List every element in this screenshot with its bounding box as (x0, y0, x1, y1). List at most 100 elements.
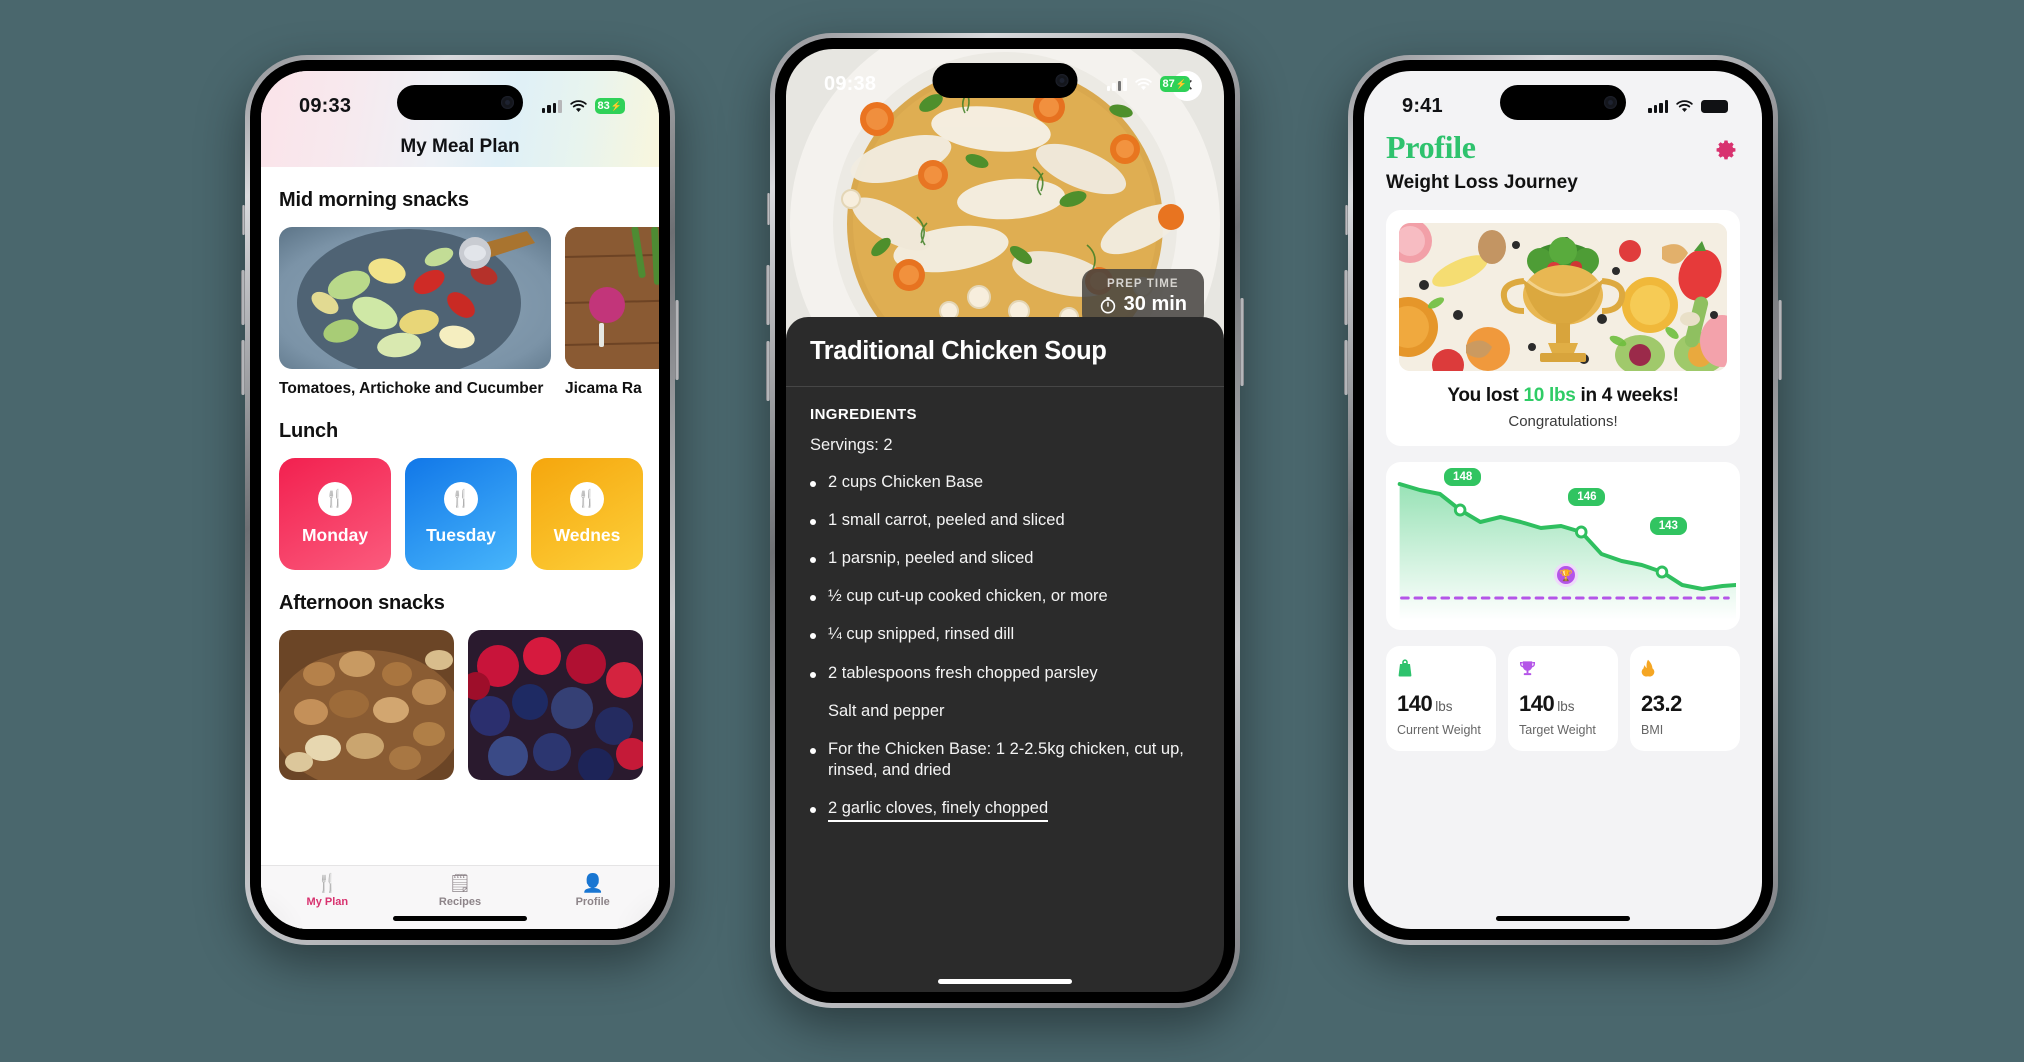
volume-down-button[interactable] (241, 340, 245, 395)
volume-up-button[interactable] (766, 265, 770, 325)
trophy-icon: 🏆 (1554, 563, 1579, 587)
page-title: My Meal Plan (400, 136, 520, 157)
ingredient-item: 2 tablespoons fresh chopped parsley (810, 663, 1200, 684)
meal-plan-scroll-area[interactable]: Mid morning snacks Tomatoes, Artichoke a… (261, 167, 659, 929)
snack-card[interactable] (468, 630, 643, 780)
stat-target-weight[interactable]: 140 lbs Target Weight (1508, 646, 1618, 751)
person-icon: 👤 (581, 873, 604, 893)
trophy-icon (1519, 659, 1607, 682)
front-camera-icon (1055, 74, 1069, 87)
volume-down-button[interactable] (766, 341, 770, 401)
ingredients-heading: INGREDIENTS (810, 406, 917, 423)
status-time: 09:38 (824, 72, 877, 95)
volume-up-button[interactable] (1344, 270, 1348, 325)
power-button[interactable] (1778, 300, 1782, 380)
snack-card[interactable]: Jicama Ra (565, 227, 659, 398)
jicama-radish-salad-photo (565, 227, 659, 369)
mute-switch[interactable] (1345, 205, 1348, 235)
stat-label: Current Weight (1397, 723, 1481, 737)
status-time: 09:33 (299, 94, 352, 117)
tab-recipes[interactable]: 🗒 Recipes (394, 873, 527, 908)
afternoon-snack-carousel[interactable] (261, 615, 659, 780)
day-label: Wednes (553, 525, 621, 545)
bullet-icon (810, 633, 816, 640)
day-card-tuesday[interactable]: 🍴 Tuesday (405, 458, 517, 570)
headline-highlight: 10 lbs (1523, 385, 1576, 406)
stat-value: 140 lbs (1397, 691, 1453, 716)
tab-label: Recipes (438, 896, 482, 908)
bullet-icon (810, 710, 816, 716)
mixed-berries-photo (468, 630, 643, 780)
chart-point-label: 148 (1444, 468, 1482, 486)
home-indicator[interactable] (393, 916, 527, 921)
meal-plan-header: 09:33 83 ⚡ My Meal Plan (261, 71, 659, 167)
snack-label: Tomatoes, Artichoke and Cucumber (279, 380, 544, 397)
stopwatch-icon (1100, 296, 1115, 313)
cellular-bars-icon (541, 99, 562, 113)
power-button[interactable] (675, 300, 679, 380)
cucumber-artichoke-salad-photo (279, 227, 551, 369)
mute-switch[interactable] (242, 205, 245, 235)
cutlery-icon: 🍴 (316, 873, 339, 893)
ingredient-text: 2 cups Chicken Base (828, 473, 984, 491)
mute-switch[interactable] (767, 193, 770, 225)
stat-label: BMI (1641, 723, 1664, 737)
power-button[interactable] (1240, 298, 1244, 386)
cutlery-icon: 🍴 (318, 482, 352, 516)
stat-current-weight[interactable]: 140 lbs Current Weight (1386, 646, 1496, 751)
recipe-sheet[interactable]: Traditional Chicken Soup INGREDIENTS Ser… (786, 317, 1224, 992)
status-time: 9:41 (1402, 94, 1443, 117)
bullet-icon (810, 671, 816, 678)
ingredient-item: 2 cups Chicken Base (810, 472, 1200, 493)
stat-bmi[interactable]: 23.2 BMI (1630, 646, 1740, 751)
page-title: Profile (1386, 129, 1476, 165)
stat-unit: lbs (1557, 699, 1575, 714)
day-label: Monday (301, 525, 369, 545)
tab-label: My Plan (306, 896, 349, 908)
volume-up-button[interactable] (241, 270, 245, 325)
tab-profile[interactable]: 👤 Profile (526, 873, 659, 908)
ingredient-text: ½ cup cut-up cooked chicken, or more (828, 587, 1108, 606)
home-indicator[interactable] (938, 979, 1072, 984)
tab-my-plan[interactable]: 🍴 My Plan (261, 873, 394, 908)
ingredient-text: 2 garlic cloves, finely chopped (828, 798, 1049, 823)
phone-meal-plan: 09:33 83 ⚡ My Meal Plan Mid morning snac… (241, 55, 679, 945)
weight-scale-icon (1397, 659, 1485, 682)
cellular-bars-icon (1106, 77, 1127, 91)
stat-unit: lbs (1435, 699, 1453, 714)
gear-icon[interactable] (1715, 139, 1737, 167)
charging-bolt-icon: ⚡ (610, 100, 622, 111)
snack-card[interactable]: Tomatoes, Artichoke and Cucumber (279, 227, 551, 398)
day-card-wednesday[interactable]: 🍴 Wednes (531, 458, 643, 570)
lunch-day-carousel[interactable]: 🍴 Monday 🍴 Tuesday 🍴 Wednes (261, 443, 659, 570)
day-card-monday[interactable]: 🍴 Monday (279, 458, 391, 570)
ingredient-text: 1 parsnip, peeled and sliced (828, 549, 1034, 568)
battery-level: 87 (1162, 78, 1175, 90)
wifi-icon (1676, 99, 1693, 112)
stat-label: Target Weight (1519, 723, 1596, 737)
snack-card[interactable] (279, 630, 454, 780)
wifi-icon (1134, 77, 1152, 90)
section-title-mid-morning: Mid morning snacks (279, 189, 469, 211)
bullet-icon (810, 481, 816, 487)
cutlery-icon: 🍴 (444, 482, 478, 516)
ingredient-item: 2 garlic cloves, finely chopped (810, 798, 1200, 823)
home-indicator[interactable] (1496, 916, 1630, 921)
volume-down-button[interactable] (1344, 340, 1348, 395)
servings-text: Servings: 2 (810, 436, 893, 454)
achievement-headline: You lost 10 lbs in 4 weeks! (1399, 385, 1727, 407)
battery-indicator (1701, 99, 1728, 113)
ingredient-item: ¼ cup snipped, rinsed dill (810, 624, 1200, 645)
bullet-icon (810, 519, 816, 526)
mixed-nuts-photo (279, 630, 454, 780)
flame-icon (1641, 659, 1729, 682)
prep-time-label: PREP TIME (1106, 278, 1179, 290)
ingredient-text: Salt and pepper (828, 701, 945, 720)
weight-loss-area-chart (1397, 482, 1738, 620)
mid-morning-snack-carousel[interactable]: Tomatoes, Artichoke and Cucumber Jicama … (261, 212, 659, 398)
headline-suffix: in 4 weeks! (1575, 385, 1679, 406)
trophy-with-salad-and-fruits-photo (1399, 223, 1727, 371)
ingredient-text: 2 tablespoons fresh chopped parsley (828, 663, 1098, 682)
day-label: Tuesday (426, 525, 496, 545)
weight-chart-card[interactable]: 148 146 143 🏆 (1386, 462, 1740, 630)
